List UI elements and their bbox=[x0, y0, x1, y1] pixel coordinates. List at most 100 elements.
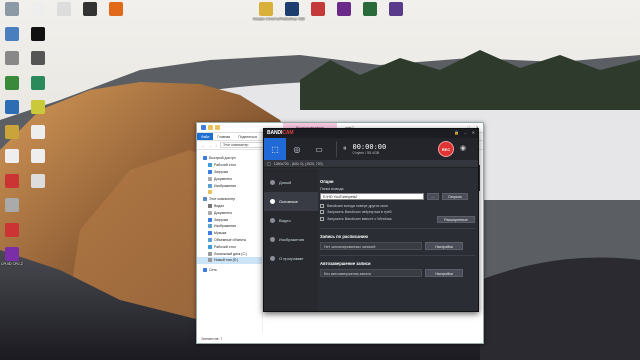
minimize-icon[interactable]: – bbox=[464, 130, 466, 135]
desktop-shortcut[interactable]: Google Chrome bbox=[252, 2, 280, 21]
desktop-shortcut[interactable] bbox=[24, 100, 52, 115]
sidebar-item-label: О программе bbox=[279, 256, 304, 261]
desktop-shortcut[interactable] bbox=[24, 26, 52, 42]
nav-item[interactable]: Рабочий стол bbox=[197, 162, 262, 169]
quick-access-toolbar[interactable] bbox=[201, 125, 220, 130]
address-path[interactable]: Этот компьютер bbox=[220, 142, 268, 148]
desktop-shortcut[interactable] bbox=[0, 2, 26, 17]
recording-timer: 00:00:00 bbox=[352, 143, 387, 151]
desktop-shortcut[interactable] bbox=[76, 2, 104, 17]
checkbox-start-with-windows[interactable]: Запускать Bandicam вместе с Windows bbox=[320, 216, 392, 223]
nav-item[interactable]: Локальный диск (C:) bbox=[197, 250, 262, 257]
desktop-shortcut[interactable] bbox=[0, 100, 26, 115]
app-icon bbox=[5, 198, 19, 212]
desktop-shortcut[interactable] bbox=[0, 222, 26, 238]
schedule-settings-button[interactable]: Настройки bbox=[425, 241, 463, 250]
desktop-shortcut[interactable] bbox=[0, 173, 26, 189]
nav-item[interactable]: Загрузки bbox=[197, 169, 262, 176]
camera-icon[interactable]: ◉ bbox=[460, 144, 466, 152]
document-icon bbox=[31, 2, 45, 16]
nav-item-label: Локальный диск (C:) bbox=[214, 251, 248, 256]
desktop-shortcut[interactable] bbox=[102, 2, 130, 17]
folder-icon bbox=[208, 231, 212, 236]
up-arrow-icon[interactable]: ↑ bbox=[215, 143, 217, 148]
desktop-shortcut[interactable] bbox=[24, 173, 52, 189]
forward-arrow-icon[interactable]: → bbox=[208, 143, 212, 148]
close-icon[interactable]: ✕ bbox=[472, 130, 475, 135]
nav-item[interactable]: Объемные объекты bbox=[197, 237, 262, 244]
nav-item-label: Загрузки bbox=[214, 217, 229, 222]
bandicam-window[interactable]: BANDICAM 🔒 – ✕ ⬚ ◎ ▭ ⏸ 00:00:00 0 bytes … bbox=[263, 128, 479, 312]
rec-button[interactable]: REC bbox=[438, 141, 454, 157]
desktop-shortcut[interactable] bbox=[24, 2, 52, 17]
game-mode-button[interactable]: ◎ bbox=[286, 138, 308, 160]
checkbox-box[interactable] bbox=[320, 210, 324, 215]
desktop-shortcut[interactable] bbox=[24, 51, 52, 66]
desktop-shortcut[interactable] bbox=[24, 75, 52, 91]
app-icon bbox=[31, 75, 45, 90]
desktop-shortcut[interactable] bbox=[304, 2, 332, 17]
desktop-shortcut-label: Google Chrome bbox=[252, 17, 280, 21]
settings-panel: Опции Папка вывода E:\HD YouTube\pets2 .… bbox=[320, 173, 475, 307]
desktop-shortcut[interactable]: CPUID CPU-Z bbox=[0, 247, 26, 266]
image-icon bbox=[270, 237, 275, 242]
nav-item[interactable]: Документы bbox=[197, 175, 262, 182]
desktop-shortcut[interactable] bbox=[24, 124, 52, 140]
folder-icon bbox=[203, 268, 207, 273]
info-icon bbox=[270, 256, 275, 261]
checkbox-box[interactable] bbox=[320, 217, 324, 221]
desktop-shortcut[interactable] bbox=[0, 75, 26, 91]
output-folder-field[interactable]: E:\HD YouTube\pets2 bbox=[320, 192, 424, 200]
ribbon-tab-share[interactable]: Поделиться bbox=[234, 133, 261, 140]
desktop-shortcut[interactable] bbox=[0, 149, 26, 164]
document-icon bbox=[5, 149, 19, 163]
sidebar-item[interactable]: Основные bbox=[264, 192, 318, 211]
nav-item[interactable]: Сеть bbox=[197, 267, 262, 274]
nav-item[interactable]: Быстрый доступ bbox=[197, 155, 262, 162]
advanced-button[interactable]: Расширенные bbox=[437, 215, 475, 223]
app-icon bbox=[5, 222, 19, 237]
nav-item[interactable]: Загрузки bbox=[197, 216, 262, 223]
nav-item-label: Документы bbox=[214, 210, 233, 215]
browse-button[interactable]: ... bbox=[427, 192, 439, 200]
bandicam-titlebar[interactable]: BANDICAM 🔒 – ✕ bbox=[264, 129, 478, 138]
autocomplete-settings-button[interactable]: Настройки bbox=[425, 268, 463, 277]
photoshop-icon bbox=[285, 2, 299, 16]
desktop-shortcut[interactable] bbox=[0, 26, 26, 42]
sidebar-item[interactable]: Видео bbox=[264, 211, 318, 230]
checkbox-box[interactable] bbox=[320, 203, 324, 208]
nav-item[interactable]: Документы bbox=[197, 209, 262, 216]
folder-icon bbox=[203, 197, 207, 202]
rectangle-mode-button[interactable]: ⬚ bbox=[264, 138, 286, 160]
ribbon-tab-home[interactable]: Главная bbox=[213, 133, 234, 140]
nav-item[interactable]: Видео bbox=[197, 203, 262, 210]
nav-item[interactable]: Новый том (E:) bbox=[197, 256, 262, 264]
pause-icon[interactable]: ⏸ bbox=[343, 145, 347, 153]
desktop-shortcut[interactable]: Photoshop CS6 bbox=[278, 2, 306, 21]
desktop-shortcut[interactable] bbox=[0, 124, 26, 140]
ribbon-tab-file[interactable]: Файл bbox=[197, 133, 214, 140]
open-button[interactable]: Открыть bbox=[442, 192, 468, 200]
sidebar-item[interactable]: Домой bbox=[264, 173, 318, 192]
desktop-shortcut[interactable] bbox=[50, 2, 78, 17]
desktop-shortcut[interactable] bbox=[0, 198, 26, 213]
nav-item[interactable]: Этот компьютер bbox=[197, 196, 262, 203]
nav-item[interactable]: Изображения bbox=[197, 223, 262, 230]
back-arrow-icon[interactable]: ← bbox=[201, 143, 205, 148]
desktop-shortcut[interactable] bbox=[382, 2, 410, 17]
lock-icon[interactable]: 🔒 bbox=[454, 130, 459, 135]
nav-item-label: Новый том (E:) bbox=[214, 258, 239, 263]
nav-item[interactable]: Рабочий стол bbox=[197, 243, 262, 250]
sidebar-item[interactable]: О программе bbox=[264, 249, 318, 268]
app-icon bbox=[5, 100, 19, 114]
desktop-shortcut[interactable] bbox=[356, 2, 384, 17]
nav-item[interactable]: Изображения bbox=[197, 182, 262, 189]
desktop-shortcut[interactable] bbox=[24, 149, 52, 164]
device-mode-button[interactable]: ▭ bbox=[308, 138, 330, 160]
nav-item[interactable]: Музыка bbox=[197, 230, 262, 237]
sidebar-item[interactable]: Изображения bbox=[264, 230, 318, 249]
nav-item[interactable] bbox=[197, 189, 262, 196]
recycle-bin-icon bbox=[5, 2, 19, 16]
desktop-shortcut[interactable] bbox=[330, 2, 358, 17]
desktop-shortcut[interactable] bbox=[0, 51, 26, 66]
